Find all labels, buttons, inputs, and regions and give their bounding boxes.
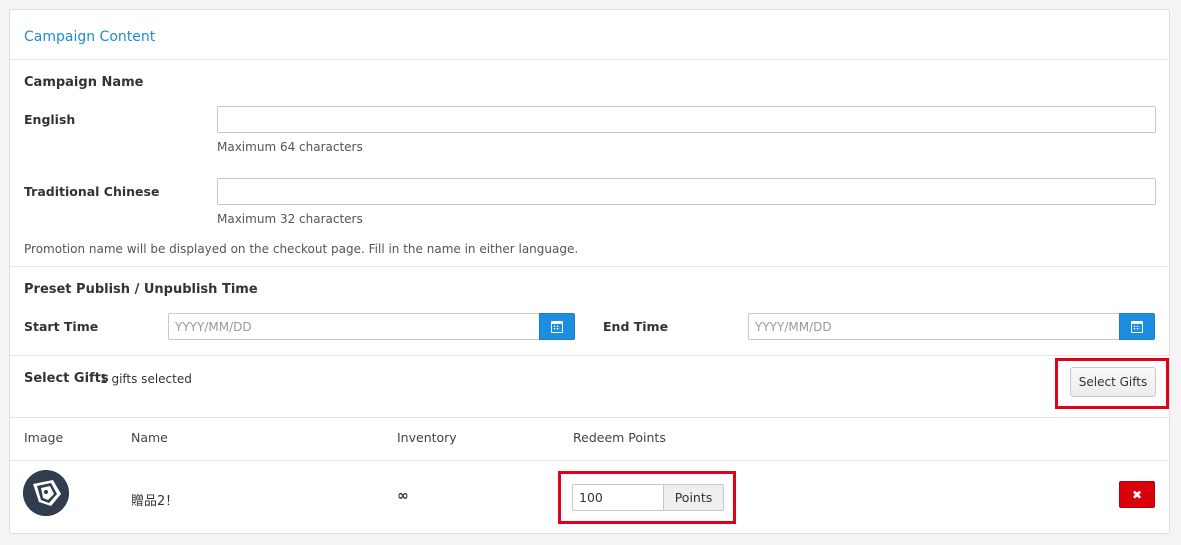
- panel-header: Campaign Content: [10, 10, 1169, 60]
- header-name: Name: [131, 430, 168, 445]
- start-date-input[interactable]: [168, 313, 540, 340]
- english-label: English: [24, 112, 76, 127]
- delete-gift-button[interactable]: ✖: [1119, 481, 1155, 508]
- close-icon: ✖: [1131, 487, 1143, 502]
- gift-name: 贈品2！: [131, 494, 179, 509]
- start-date-picker: [168, 313, 575, 340]
- end-time-label: End Time: [603, 319, 669, 334]
- gifts-table-header: Image Name Inventory Redeem Points: [10, 416, 1169, 461]
- points-addon: Points: [663, 484, 724, 511]
- start-time-label: Start Time: [24, 319, 99, 334]
- select-gifts-title: Select Gifts: [24, 371, 109, 386]
- english-name-input[interactable]: [217, 106, 1156, 133]
- redeem-points-input[interactable]: [572, 484, 664, 511]
- chinese-hint: Maximum 32 characters: [217, 212, 363, 226]
- calendar-icon: [551, 320, 563, 333]
- end-calendar-button[interactable]: [1119, 313, 1155, 340]
- gift-inventory: ∞: [397, 488, 409, 504]
- end-date-picker: [748, 313, 1155, 340]
- publish-time-title: Preset Publish / Unpublish Time: [24, 282, 258, 297]
- gifts-selected-count: 1 gifts selected: [100, 372, 192, 386]
- header-image: Image: [24, 430, 64, 445]
- select-gifts-button[interactable]: Select Gifts: [1070, 367, 1156, 397]
- gift-avatar-icon: [23, 470, 69, 516]
- end-date-input[interactable]: [748, 313, 1120, 340]
- english-hint: Maximum 64 characters: [217, 140, 363, 154]
- campaign-name-section: Campaign Name English Maximum 64 charact…: [10, 60, 1169, 267]
- select-gifts-section: Select Gifts 1 gifts selected Select Gif…: [10, 356, 1169, 418]
- publish-time-section: Preset Publish / Unpublish Time Start Ti…: [10, 267, 1169, 356]
- panel-title: Campaign Content: [24, 29, 156, 45]
- table-row: 贈品2！ ∞ Points ✖: [10, 462, 1169, 532]
- header-redeem-points: Redeem Points: [573, 430, 666, 445]
- redeem-points-group: Points: [572, 484, 724, 511]
- campaign-name-title: Campaign Name: [24, 75, 144, 90]
- chinese-name-input[interactable]: [217, 178, 1156, 205]
- start-calendar-button[interactable]: [539, 313, 575, 340]
- campaign-content-panel: Campaign Content Campaign Name English M…: [9, 9, 1170, 534]
- header-inventory: Inventory: [397, 430, 457, 445]
- campaign-name-note: Promotion name will be displayed on the …: [24, 242, 579, 256]
- calendar-icon: [1131, 320, 1143, 333]
- chinese-label: Traditional Chinese: [24, 184, 160, 199]
